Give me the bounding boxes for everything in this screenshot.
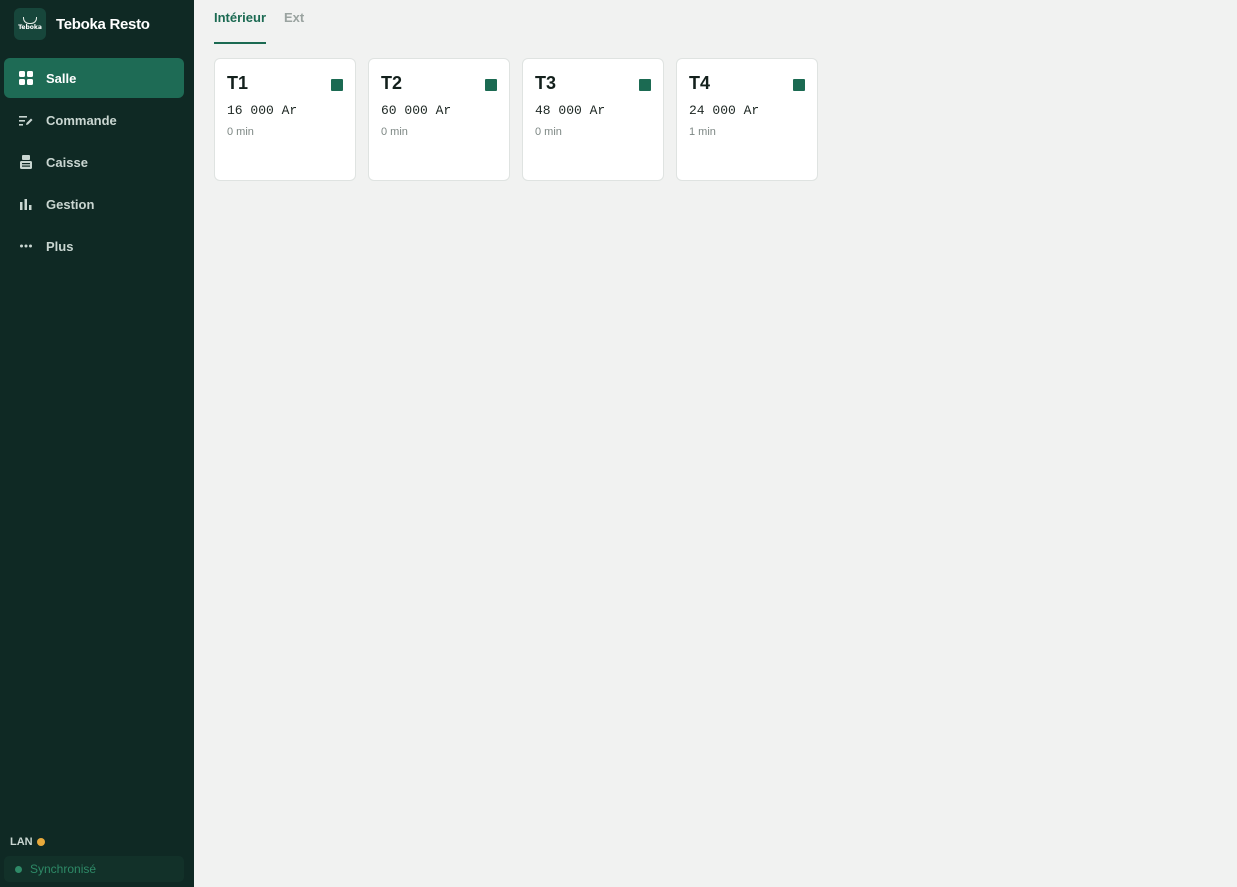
- network-indicator: LAN: [10, 836, 45, 848]
- table-amount: 24 000 Ar: [689, 103, 760, 118]
- table-card-t2[interactable]: T2 60 000 Ar 0 min: [368, 58, 510, 181]
- sync-status-dot: [15, 865, 22, 873]
- table-amount: 16 000 Ar: [227, 103, 298, 118]
- sidebar-item-label: Commande: [46, 112, 117, 128]
- sidebar-item-salle[interactable]: Salle: [4, 58, 184, 98]
- sidebar-item-label: Plus: [46, 238, 74, 254]
- app-logo: Teboka: [14, 8, 46, 40]
- tab-ext[interactable]: Ext: [284, 0, 304, 44]
- sidebar-item-label: Gestion: [46, 196, 95, 212]
- table-card-t1[interactable]: T1 16 000 Ar 0 min: [214, 58, 356, 181]
- more-icon: [18, 238, 34, 254]
- area-tabs: Intérieur Ext: [214, 0, 322, 44]
- table-name: T1: [227, 73, 249, 93]
- sync-label: Synchronisé: [30, 862, 97, 876]
- cup-icon: [23, 17, 37, 24]
- table-status-icon: [793, 79, 805, 91]
- app-name: Teboka Resto: [56, 15, 150, 33]
- sync-status: Synchronisé: [4, 856, 184, 882]
- bar-chart-icon: [18, 196, 34, 212]
- table-elapsed-time: 0 min: [535, 126, 562, 138]
- sidebar-item-label: Caisse: [46, 154, 88, 170]
- table-status-icon: [485, 79, 497, 91]
- tables-grid: T1 16 000 Ar 0 min T2 60 000 Ar 0 min T3…: [214, 58, 830, 181]
- logo-text: Teboka: [18, 24, 42, 31]
- grid-icon: [18, 70, 34, 86]
- register-icon: [18, 154, 34, 170]
- table-name: T4: [689, 73, 711, 93]
- sidebar-nav: Salle Commande Caisse Gestion Plus: [4, 58, 184, 268]
- table-elapsed-time: 0 min: [381, 126, 408, 138]
- table-status-icon: [639, 79, 651, 91]
- table-card-t3[interactable]: T3 48 000 Ar 0 min: [522, 58, 664, 181]
- table-amount: 48 000 Ar: [535, 103, 606, 118]
- table-elapsed-time: 1 min: [689, 126, 716, 138]
- table-name: T3: [535, 73, 557, 93]
- network-label: LAN: [10, 836, 33, 848]
- table-name: T2: [381, 73, 403, 93]
- sidebar-item-commande[interactable]: Commande: [4, 100, 184, 140]
- table-status-icon: [331, 79, 343, 91]
- brand[interactable]: Teboka Teboka Resto: [14, 8, 150, 40]
- sidebar-item-caisse[interactable]: Caisse: [4, 142, 184, 182]
- edit-list-icon: [18, 112, 34, 128]
- table-card-t4[interactable]: T4 24 000 Ar 1 min: [676, 58, 818, 181]
- sidebar-item-plus[interactable]: Plus: [4, 226, 184, 266]
- tab-interieur[interactable]: Intérieur: [214, 0, 267, 44]
- table-amount: 60 000 Ar: [381, 103, 452, 118]
- sidebar-item-gestion[interactable]: Gestion: [4, 184, 184, 224]
- network-status-dot: [36, 838, 45, 846]
- table-elapsed-time: 0 min: [227, 126, 254, 138]
- sidebar: Teboka Teboka Resto Salle Commande Caiss…: [0, 0, 194, 887]
- sidebar-item-label: Salle: [46, 70, 77, 86]
